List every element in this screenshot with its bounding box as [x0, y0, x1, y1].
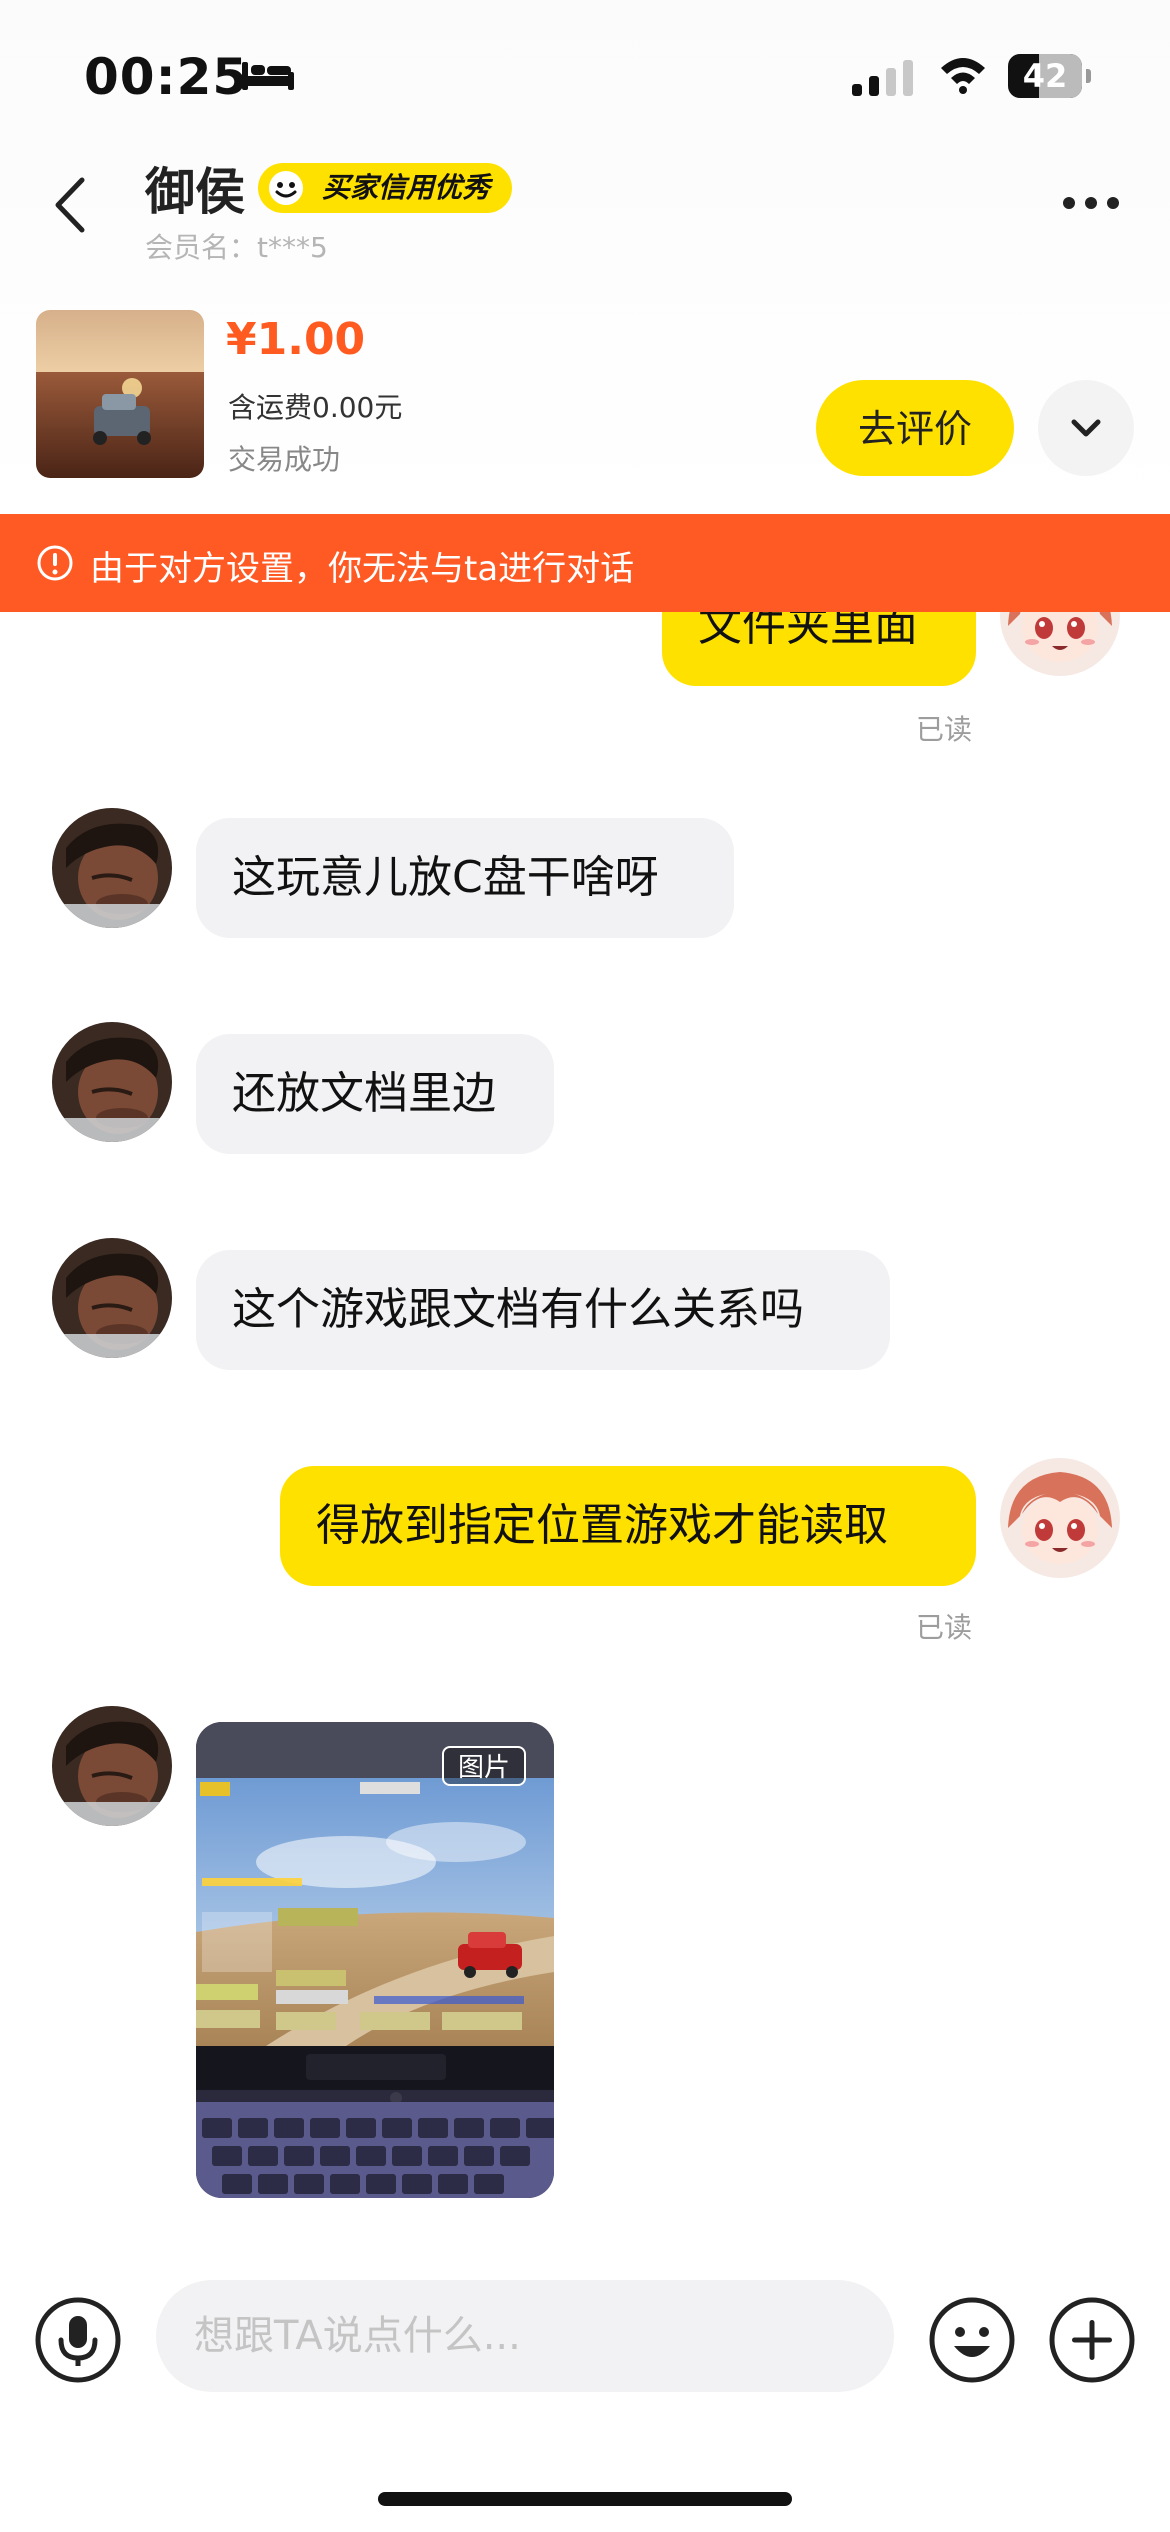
product-price: ¥1.00	[226, 314, 366, 365]
review-button[interactable]: 去评价	[816, 380, 1014, 476]
plus-icon[interactable]	[1048, 2296, 1136, 2384]
seller-avatar[interactable]	[52, 1706, 172, 1826]
exclamation-circle-icon	[37, 545, 73, 581]
message-bubble-incoming[interactable]: 这个游戏跟文档有什么关系吗	[196, 1250, 890, 1370]
credit-badge-label: 买家信用优秀	[322, 171, 491, 204]
seller-avatar[interactable]	[52, 1022, 172, 1142]
battery-indicator: 42	[1008, 54, 1091, 98]
wifi-icon	[941, 58, 985, 94]
chevron-down-icon	[1071, 419, 1101, 437]
expand-button[interactable]	[1038, 380, 1134, 476]
clock-time: 00:25	[84, 48, 249, 106]
status-bar: 00:25 42	[0, 0, 1170, 150]
message-bubble-incoming[interactable]: 这玩意儿放C盘干啥呀	[196, 818, 734, 938]
seller-avatar[interactable]	[52, 808, 172, 928]
message-bubble-incoming[interactable]: 还放文档里边	[196, 1034, 554, 1154]
message-input[interactable]	[156, 2280, 894, 2392]
sleep-focus-icon	[242, 62, 294, 90]
banner-text: 由于对方设置，你无法与ta进行对话	[90, 549, 635, 589]
microphone-icon[interactable]	[34, 2296, 122, 2384]
image-tag-label: 图片	[442, 1746, 526, 1786]
home-indicator[interactable]	[378, 2492, 792, 2506]
emoji-icon[interactable]	[928, 2296, 1016, 2384]
member-name: 会员名：t***5	[145, 231, 328, 264]
shipping-fee: 含运费0.00元	[228, 391, 403, 424]
smiley-badge-icon	[269, 171, 303, 205]
product-thumbnail[interactable]	[36, 310, 204, 478]
cellular-signal-icon	[852, 60, 913, 96]
order-status: 交易成功	[228, 443, 341, 476]
my-avatar[interactable]	[1000, 1458, 1120, 1578]
image-message[interactable]: 图片	[196, 1722, 554, 2198]
read-receipt: 已读	[916, 713, 973, 746]
read-receipt: 已读	[916, 1611, 973, 1644]
seller-avatar[interactable]	[52, 1238, 172, 1358]
chat-blocked-banner: 由于对方设置，你无法与ta进行对话	[0, 514, 1170, 612]
message-bubble-outgoing[interactable]: 得放到指定位置游戏才能读取	[280, 1466, 976, 1586]
seller-name[interactable]: 御侯	[145, 152, 245, 224]
battery-level: 42	[1022, 57, 1068, 95]
chevron-left-icon[interactable]	[42, 170, 102, 240]
ellipsis-icon[interactable]	[1060, 194, 1122, 212]
credit-badge: 买家信用优秀	[258, 163, 513, 213]
